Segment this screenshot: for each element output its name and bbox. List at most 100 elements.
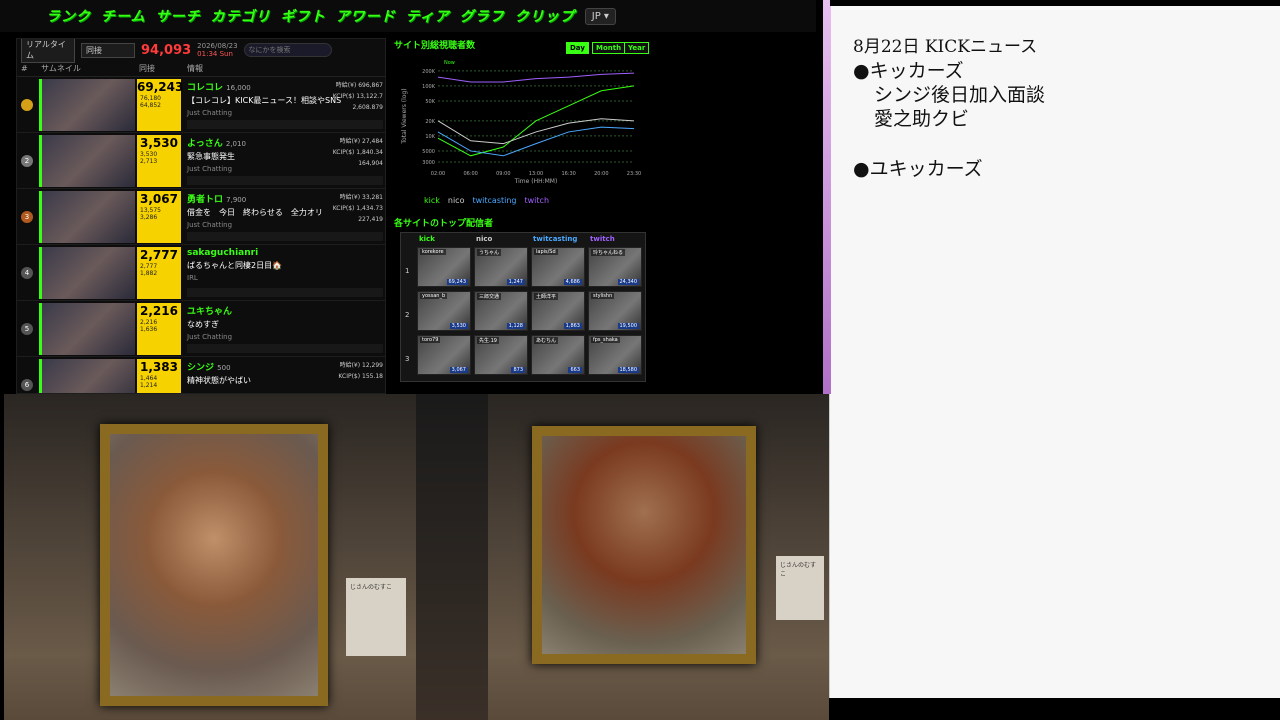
top-streamer-card[interactable]: 土師洋平 1,863 <box>531 291 585 331</box>
viewer-sparkline <box>187 232 383 241</box>
viewer-box: 1,383 1,464 1,214 <box>137 359 181 393</box>
stream-stats: 時給(¥) 696,867 KCIP($) 13,122.7 2,608.879 <box>323 80 383 113</box>
top-streamer-card[interactable]: 玲ちゃんねる 24,340 <box>588 247 642 287</box>
viewer-chart-panel: サイト別総視聴者数 Day Month Year 200K 100K 50K 20K 1… <box>394 38 652 214</box>
table-row[interactable]: 4 2,777 2,777 1,882 sakaguchianri ばるちゃんと… <box>17 245 385 301</box>
viewer-sparkline <box>187 288 383 297</box>
stat-hourly: 時給(¥) 696,867 <box>335 82 383 89</box>
legend-twitcasting[interactable]: twitcasting <box>472 196 516 205</box>
card-name: yossan_b <box>420 293 448 299</box>
stream-thumbnail[interactable] <box>39 191 135 243</box>
viewer-sparkline <box>187 344 383 353</box>
pink-strip <box>823 0 831 394</box>
total-viewers: 94,093 <box>141 42 192 58</box>
stat-kcip: KCIP($) 1,434.73 <box>332 205 383 212</box>
legend-kick[interactable]: kick <box>424 196 440 205</box>
stream-title: なめすぎ <box>187 320 219 329</box>
tops-rank: 3 <box>405 355 410 363</box>
viewer-count: 69,243 <box>137 80 184 94</box>
max-viewers: 2,216 <box>140 319 158 326</box>
nav-team[interactable]: チーム <box>101 6 146 26</box>
viewer-sparkline <box>187 176 383 185</box>
streamer-name[interactable]: コレコレ <box>187 83 223 93</box>
x-tick-label: 23:30 <box>627 171 641 177</box>
stream-thumbnail[interactable] <box>39 135 135 187</box>
streamer-name[interactable]: よっさん <box>187 139 223 149</box>
viewer-box: 69,243 76,180 64,852 <box>137 79 184 131</box>
nav-tier[interactable]: ティア <box>406 6 450 26</box>
legend-nico[interactable]: nico <box>448 196 465 205</box>
tops-col-header: twitch <box>590 235 615 243</box>
rank-badge: 2 <box>21 155 33 167</box>
tops-col-header: kick <box>419 235 435 243</box>
top-streamer-card[interactable]: うちゃん 1,247 <box>474 247 528 287</box>
top-streamer-card[interactable]: toro79 3,067 <box>417 335 471 375</box>
stream-stats: 時給(¥) 33,281 KCIP($) 1,434.73 227,419 <box>323 192 383 225</box>
viewer-count: 1,383 <box>140 360 178 374</box>
legend-twitch[interactable]: twitch <box>525 196 550 205</box>
top-streamer-card[interactable]: korekore 69,243 <box>417 247 471 287</box>
viewer-count: 3,530 <box>140 136 178 150</box>
nav-award[interactable]: アワード <box>336 6 396 26</box>
news-item-ainosuke: 愛之助クビ <box>874 108 970 130</box>
stream-thumbnail[interactable] <box>39 79 135 131</box>
y-tick-label: 3000 <box>422 160 435 166</box>
search-input[interactable]: なにかを検索 <box>243 43 332 57</box>
x-tick-label: 02:00 <box>431 171 445 177</box>
x-tick-label: 20:00 <box>594 171 608 177</box>
top-nav: ランク チーム サーチ カテゴリ ギフト アワード ティア グラフ クリップ J… <box>0 0 816 32</box>
date: 2026/08/23 <box>197 42 238 50</box>
nav-search[interactable]: サーチ <box>156 6 201 26</box>
viewer-box: 3,530 3,530 2,713 <box>137 135 181 187</box>
top-streamer-card[interactable]: 三郎交通 1,128 <box>474 291 528 331</box>
toggle-day[interactable]: Day <box>566 42 589 54</box>
toggle-year[interactable]: Year <box>624 42 650 54</box>
datetime: 2026/08/23 01:34 Sun <box>197 42 237 58</box>
stat-extra: 2,608.879 <box>352 104 383 111</box>
streamer-name[interactable]: シンジ <box>187 363 214 373</box>
streamer-name[interactable]: 勇者トロ <box>187 195 223 205</box>
col-rank: # <box>21 64 28 73</box>
table-row[interactable]: 6 1,383 1,464 1,214 シンジ 500 精神状態がやばい 時給(… <box>17 357 385 393</box>
table-row[interactable]: 5 2,216 2,216 1,636 ユキちゃん なめすぎ Just Chat… <box>17 301 385 357</box>
viewer-box: 2,216 2,216 1,636 <box>137 303 181 355</box>
tops-col-header: twitcasting <box>533 235 578 243</box>
y-tick-label: 200K <box>422 69 436 75</box>
top-streamer-card[interactable]: あむちん 663 <box>531 335 585 375</box>
top-streamer-card[interactable]: lapis/Sd 4,686 <box>531 247 585 287</box>
plaque-right: じさんのむすこ <box>776 556 824 620</box>
card-name: うちゃん <box>477 249 502 256</box>
nav-gift[interactable]: ギフト <box>281 6 326 26</box>
table-row[interactable]: 3 3,067 13,575 3,286 勇者トロ 7,900 借金を 今日 終… <box>17 189 385 245</box>
rank-badge: 6 <box>21 379 33 391</box>
mode-select[interactable]: リアルタイム <box>21 39 75 63</box>
nav-category[interactable]: カテゴリ <box>211 6 271 26</box>
rank-badge <box>21 99 33 111</box>
stream-thumbnail[interactable] <box>39 303 135 355</box>
table-row[interactable]: 69,243 76,180 64,852 コレコレ 16,000 【コレコレ】K… <box>17 77 385 133</box>
filter-select[interactable]: 同接 <box>81 42 135 58</box>
card-viewers: 663 <box>568 367 582 373</box>
top-streamer-card[interactable]: yossan_b 3,530 <box>417 291 471 331</box>
card-name: fps_shaka <box>591 337 620 343</box>
toggle-month[interactable]: Month <box>592 42 626 54</box>
nav-rank[interactable]: ランク <box>46 6 91 26</box>
nav-graph[interactable]: グラフ <box>460 6 505 26</box>
now-marker: Now <box>444 60 455 66</box>
stream-thumbnail[interactable] <box>39 359 135 393</box>
language-select[interactable]: JP ▾ <box>584 7 616 25</box>
stream-category: Just Chatting <box>187 333 233 341</box>
streamer-name[interactable]: sakaguchianri <box>187 248 258 258</box>
stat-kcip: KCIP($) 13,122.7 <box>332 93 383 100</box>
stream-thumbnail[interactable] <box>39 247 135 299</box>
followers: 2,010 <box>225 140 246 148</box>
top-streamer-card[interactable]: 先生.19 873 <box>474 335 528 375</box>
stat-hourly: 時給(¥) 27,484 <box>339 138 383 145</box>
top-streamer-card[interactable]: stylishn 19,500 <box>588 291 642 331</box>
followers: 7,900 <box>226 196 247 204</box>
streamer-name[interactable]: ユキちゃん <box>187 307 232 317</box>
nav-clip[interactable]: クリップ <box>515 6 575 26</box>
top-streamer-card[interactable]: fps_shaka 18,580 <box>588 335 642 375</box>
col-viewers[interactable]: 同接 <box>139 63 187 74</box>
table-row[interactable]: 2 3,530 3,530 2,713 よっさん 2,010 緊急事態発生 Ju… <box>17 133 385 189</box>
